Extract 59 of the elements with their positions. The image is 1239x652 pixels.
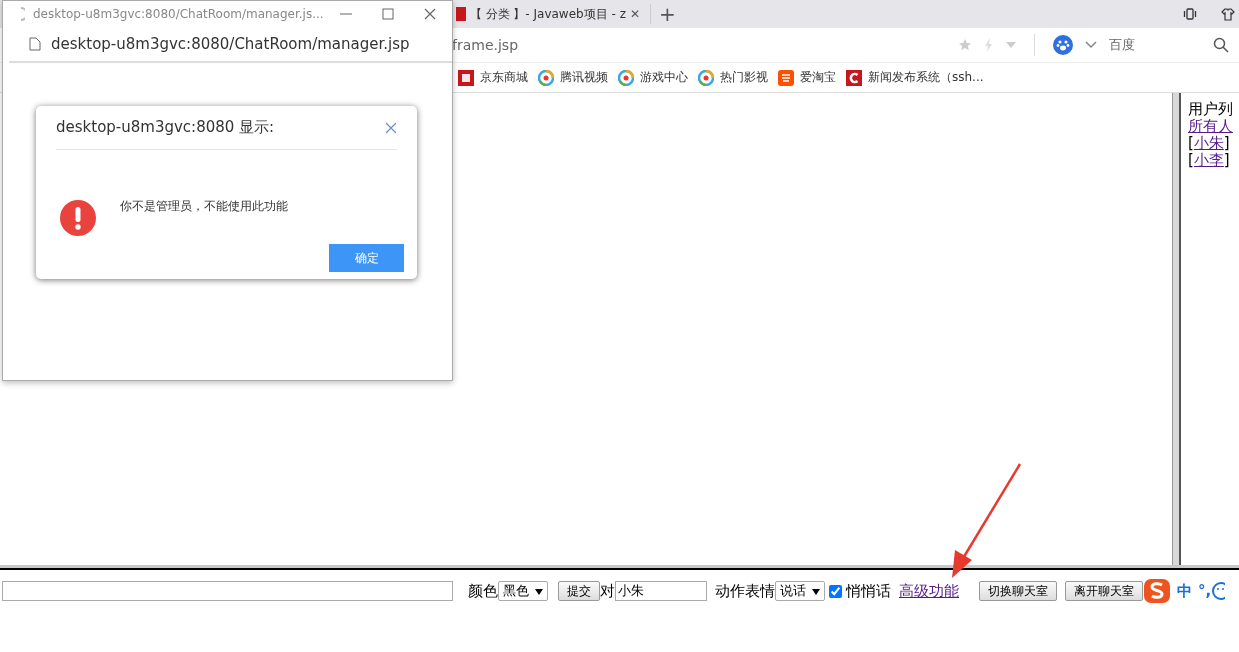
tab-title: 【 分类 】- Javaweb项目 - z	[469, 5, 626, 23]
star-icon[interactable]	[958, 38, 972, 52]
recipient-input[interactable]: 小朱	[615, 581, 707, 601]
maximize-icon[interactable]	[381, 8, 394, 20]
ime-punctuation-indicator[interactable]: °,	[1198, 582, 1212, 600]
bookmark-favicon-icon	[618, 69, 634, 86]
color-label: 颜色	[468, 581, 498, 601]
bookmark-item[interactable]: 爱淘宝	[778, 69, 836, 86]
window-title: desktop-u8m3gvc:8080/ChatRoom/manager.js...	[33, 7, 324, 21]
bracket: ]	[1223, 151, 1230, 169]
message-input[interactable]	[2, 581, 453, 601]
vibrate-icon[interactable]	[1183, 7, 1197, 21]
bookmark-favicon-icon	[846, 69, 862, 86]
shirt-icon[interactable]	[1221, 7, 1235, 21]
bookmark-favicon-icon	[458, 69, 474, 86]
browser-tab[interactable]: 【 分类 】- Javaweb项目 - z ✕	[456, 5, 640, 23]
color-select[interactable]: 黑色	[498, 581, 548, 601]
bookmark-favicon-icon	[778, 69, 794, 86]
bookmark-favicon-icon	[538, 69, 554, 86]
bookmark-item[interactable]: 新闻发布系统（ssh...	[846, 69, 984, 86]
bookmark-item[interactable]: 热门影视	[698, 69, 768, 86]
bookmark-item[interactable]: 腾讯视频	[538, 69, 608, 86]
bracket: [	[1188, 151, 1194, 169]
bookmark-item[interactable]: 游戏中心	[618, 69, 688, 86]
chevron-down-icon[interactable]	[1085, 41, 1097, 49]
whisper-checkbox[interactable]	[829, 584, 842, 598]
switch-room-button[interactable]: 切换聊天室	[979, 581, 1057, 601]
paw-icon[interactable]	[1053, 35, 1073, 55]
user-list-title: 用户列	[1188, 101, 1234, 118]
all-users-link[interactable]: 所有人	[1188, 117, 1233, 135]
leave-room-button[interactable]: 离开聊天室	[1065, 581, 1143, 601]
user-link[interactable]: 小朱	[1193, 134, 1224, 152]
page-icon	[29, 37, 41, 51]
bookmark-item[interactable]: 京东商城	[458, 69, 528, 86]
search-icon[interactable]	[1213, 37, 1229, 53]
bookmark-favicon-icon	[698, 69, 714, 86]
ime-language-indicator[interactable]: 中	[1177, 581, 1192, 601]
dialog-title: desktop-u8m3gvc:8080 显示:	[56, 118, 275, 137]
advanced-link[interactable]: 高级功能	[899, 581, 959, 601]
whisper-label: 悄悄话	[846, 581, 891, 601]
bracket: ]	[1223, 134, 1230, 152]
error-icon	[60, 200, 96, 236]
tab-favicon-icon	[456, 7, 466, 21]
ime-logo-icon[interactable]	[1143, 578, 1171, 604]
close-icon[interactable]	[385, 121, 397, 134]
action-select[interactable]: 说话	[775, 581, 825, 601]
smiley-icon[interactable]	[1211, 581, 1226, 601]
to-label: 对	[600, 581, 615, 601]
bracket: [	[1188, 134, 1194, 152]
address-field[interactable]: frame.jsp	[452, 37, 946, 53]
close-icon[interactable]	[423, 8, 436, 20]
user-link[interactable]: 小李	[1193, 151, 1224, 169]
search-field[interactable]: 百度	[1109, 36, 1201, 54]
address-field[interactable]: desktop-u8m3gvc:8080/ChatRoom/manager.jsp	[51, 35, 410, 53]
action-label: 动作表情	[715, 581, 775, 601]
new-tab-button[interactable]: +	[650, 4, 676, 24]
close-icon[interactable]: ✕	[629, 7, 640, 21]
dialog-message: 你不是管理员，不能使用此功能	[120, 197, 288, 215]
submit-button[interactable]: 提交	[558, 581, 600, 601]
